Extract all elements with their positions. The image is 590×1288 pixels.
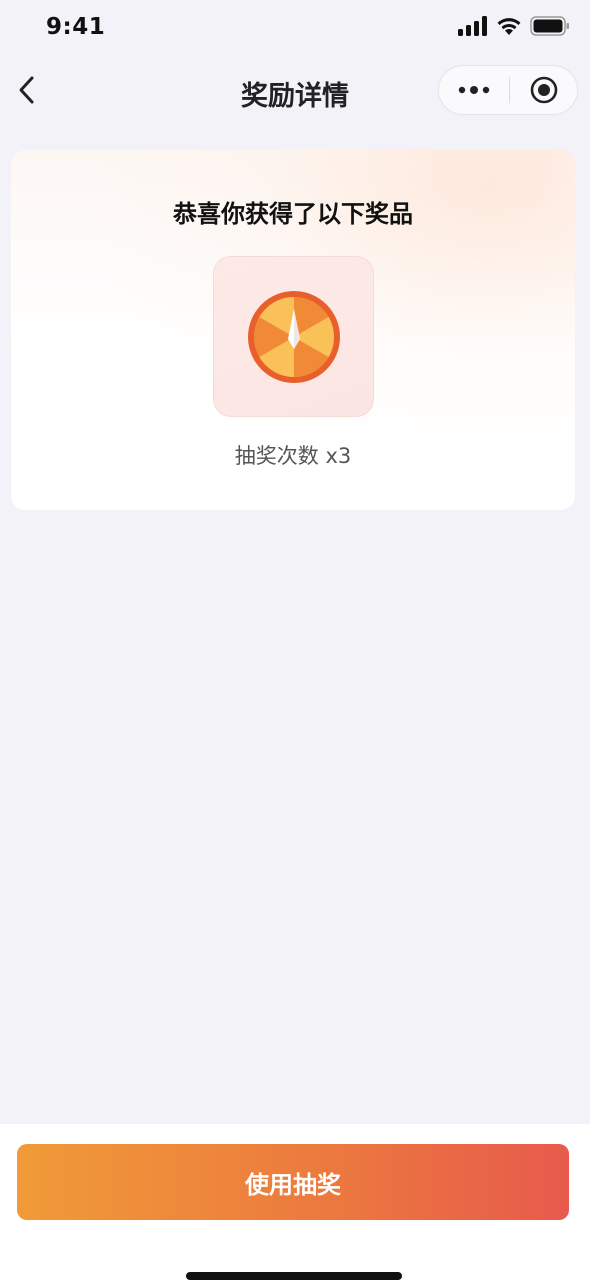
status-bar: 9:41 <box>0 0 590 56</box>
signal-icon <box>458 16 487 36</box>
status-icons <box>458 16 570 36</box>
reward-card: 恭喜你获得了以下奖品 抽奖次数 x3 <box>11 150 575 510</box>
prize-tile <box>213 256 374 417</box>
status-time: 9:41 <box>46 14 106 40</box>
battery-icon <box>530 16 569 36</box>
mini-program-capsule <box>438 65 578 115</box>
more-dots-icon <box>458 86 490 94</box>
home-indicator <box>186 1272 402 1280</box>
close-mini-program-button[interactable] <box>510 66 577 114</box>
prize-label: 抽奖次数 x3 <box>234 444 352 468</box>
screen: 9:41 奖励详情 恭喜你获得了以下奖品 抽奖次数 x3 使用抽奖 <box>0 0 590 1288</box>
use-lottery-button[interactable]: 使用抽奖 <box>17 1144 569 1220</box>
wifi-icon <box>497 18 521 35</box>
card-headline: 恭喜你获得了以下奖品 <box>173 200 413 228</box>
spin-wheel-icon <box>247 290 340 383</box>
bottom-action-bar: 使用抽奖 <box>0 1124 590 1288</box>
more-button[interactable] <box>439 66 509 114</box>
target-close-icon <box>530 76 557 104</box>
nav-bar: 奖励详情 <box>0 56 590 126</box>
